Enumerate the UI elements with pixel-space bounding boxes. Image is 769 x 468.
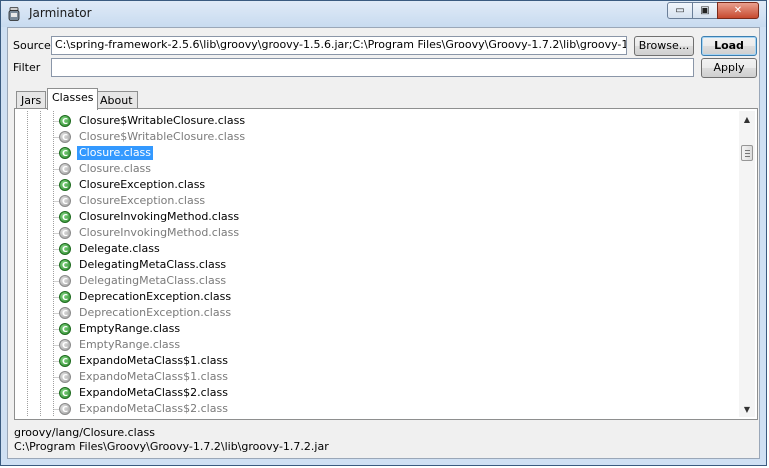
tree-item[interactable]: C Closure$WritableClosure.class <box>59 113 247 129</box>
tab-classes[interactable]: Classes <box>47 88 99 110</box>
class-icon: C <box>59 339 71 351</box>
class-icon: C <box>59 131 71 143</box>
tree-item[interactable]: C Closure.class <box>59 145 154 161</box>
filter-input[interactable] <box>51 58 694 77</box>
class-icon: C <box>59 275 71 287</box>
class-icon: C <box>59 163 71 175</box>
tree-item-label: DeprecationException.class <box>79 306 232 319</box>
tree-item-label: ExpandoMetaClass$2.class <box>79 386 228 399</box>
tree-item[interactable]: C ExpandoMetaClass$2.class <box>59 401 230 417</box>
maximize-button[interactable]: ▣ <box>692 2 718 19</box>
tree-item[interactable]: C DeprecationException.class <box>59 289 233 305</box>
tree-item[interactable]: C DeprecationException.class <box>59 305 233 321</box>
tree-item-label: EmptyRange.class <box>79 322 181 335</box>
apply-button[interactable]: Apply <box>701 58 757 78</box>
status-class-path: groovy/lang/Closure.class <box>14 426 155 439</box>
tree-item[interactable]: C DelegatingMetaClass.class <box>59 273 228 289</box>
classes-panel: C Closure$WritableClosure.class C Closure$W… <box>14 108 758 420</box>
tree-item[interactable]: C ExpandoMetaClass$2.class <box>59 385 230 401</box>
tree-item[interactable]: C EmptyRange.class <box>59 337 182 353</box>
tree-scrollbar[interactable]: ▲ ▼ <box>739 111 755 417</box>
tree-item-label: DeprecationException.class <box>79 290 232 303</box>
browse-button[interactable]: Browse... <box>634 36 694 56</box>
tree-item[interactable]: C ClosureInvokingMethod.class <box>59 225 241 241</box>
tree-item-label: Closure$WritableClosure.class <box>79 130 246 143</box>
close-icon: ✕ <box>733 5 743 16</box>
class-icon: C <box>59 195 71 207</box>
tree-item-label: DelegatingMetaClass.class <box>79 274 227 287</box>
load-button[interactable]: Load <box>701 36 757 56</box>
tree-item-label: EmptyRange.class <box>79 338 181 351</box>
scroll-down-icon[interactable]: ▼ <box>739 401 755 417</box>
class-icon: C <box>59 307 71 319</box>
class-icon: C <box>59 403 71 415</box>
class-icon: C <box>59 259 71 271</box>
tree-item-label: Delegate.class <box>79 242 160 255</box>
tree-item-label: ClosureInvokingMethod.class <box>79 210 240 223</box>
tree-item-label: Closure.class <box>77 146 154 160</box>
class-icon: C <box>59 227 71 239</box>
close-button[interactable]: ✕ <box>717 2 759 19</box>
class-icon: C <box>59 291 71 303</box>
tree-item[interactable]: C DelegatingMetaClass.class <box>59 257 228 273</box>
class-icon: C <box>59 211 71 223</box>
tree-item[interactable]: C ExpandoMetaClass$1.class <box>59 353 230 369</box>
jar-icon <box>8 7 20 21</box>
scroll-thumb[interactable] <box>741 145 753 161</box>
tree-item-label: ClosureException.class <box>79 194 206 207</box>
filter-label: Filter <box>13 61 41 74</box>
main-window: Jarminator ▭ ▣ ✕ Source C:\spring-framew… <box>0 0 767 466</box>
tree-connector-lines <box>27 111 59 417</box>
tree-item[interactable]: C ClosureException.class <box>59 193 207 209</box>
tree-item[interactable]: C Delegate.class <box>59 241 162 257</box>
tree-item-label: ClosureInvokingMethod.class <box>79 226 240 239</box>
title-bar[interactable]: Jarminator ▭ ▣ ✕ <box>1 1 766 27</box>
minimize-icon: ▭ <box>675 5 685 16</box>
tree-item-label: ExpandoMetaClass$1.class <box>79 370 228 383</box>
maximize-icon: ▣ <box>700 5 710 16</box>
window-title: Jarminator <box>29 6 92 20</box>
class-icon: C <box>59 323 71 335</box>
class-icon: C <box>59 243 71 255</box>
tree-item-label: ExpandoMetaClass$2.class <box>79 402 228 415</box>
tree-item-label: Closure$WritableClosure.class <box>79 114 246 127</box>
source-input[interactable]: C:\spring-framework-2.5.6\lib\groovy\gro… <box>51 36 627 55</box>
class-icon: C <box>59 387 71 399</box>
tree-item-label: DelegatingMetaClass.class <box>79 258 227 271</box>
tree-item[interactable]: C ExpandoMetaClass$1.class <box>59 369 230 385</box>
class-icon: C <box>59 179 71 191</box>
class-icon: C <box>59 371 71 383</box>
tree-item[interactable]: C ClosureException.class <box>59 177 207 193</box>
source-label: Source <box>13 39 51 52</box>
client-area: Source C:\spring-framework-2.5.6\lib\gro… <box>7 27 760 459</box>
status-jar-path: C:\Program Files\Groovy\Groovy-1.7.2\lib… <box>14 440 329 453</box>
scroll-up-icon[interactable]: ▲ <box>739 111 755 127</box>
tree-item[interactable]: C EmptyRange.class <box>59 321 182 337</box>
tree-item-label: Closure.class <box>79 162 152 175</box>
minimize-button[interactable]: ▭ <box>667 2 693 19</box>
tree-item-label: ClosureException.class <box>79 178 206 191</box>
class-icon: C <box>59 147 71 159</box>
class-icon: C <box>59 115 71 127</box>
tree-item-label: ExpandoMetaClass$1.class <box>79 354 228 367</box>
tree-item[interactable]: C ClosureInvokingMethod.class <box>59 209 241 225</box>
class-icon: C <box>59 355 71 367</box>
tree-item[interactable]: C Closure$WritableClosure.class <box>59 129 247 145</box>
caption-buttons: ▭ ▣ ✕ <box>667 2 759 19</box>
tree-item[interactable]: C Closure.class <box>59 161 153 177</box>
class-tree[interactable]: C Closure$WritableClosure.class C Closure$W… <box>19 111 737 417</box>
